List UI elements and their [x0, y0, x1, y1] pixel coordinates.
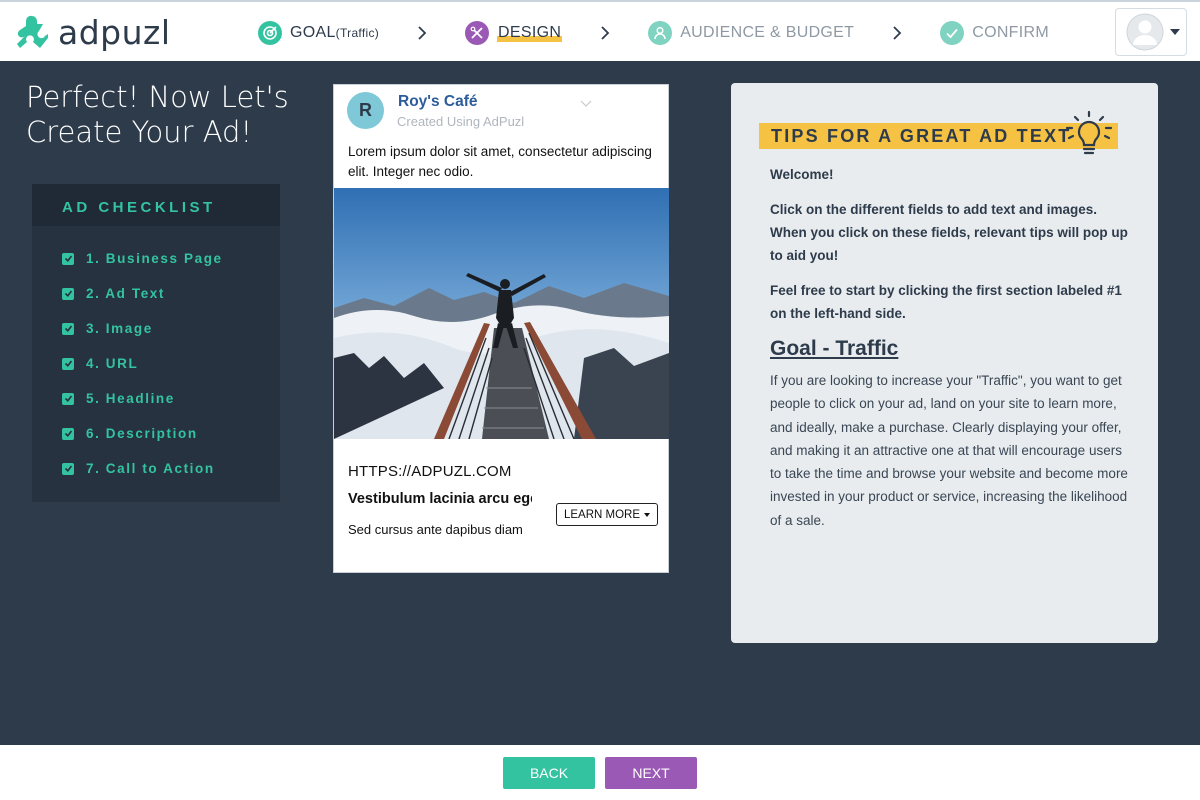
- checklist-item-url[interactable]: 4. URL: [32, 346, 280, 381]
- created-with-label: Created Using AdPuzl: [397, 114, 525, 129]
- step-confirm[interactable]: CONFIRM: [940, 21, 1049, 45]
- ad-description-field[interactable]: Sed cursus ante dapibus diam: [348, 522, 532, 537]
- goal-title: Goal - Traffic: [770, 337, 899, 360]
- step-design[interactable]: DESIGN: [465, 21, 563, 45]
- tips-welcome: Welcome!: [770, 167, 834, 182]
- checklist-item-description[interactable]: 6. Description: [32, 416, 280, 451]
- ad-image[interactable]: [334, 188, 669, 439]
- tips-paragraph-1: Click on the different fields to add tex…: [770, 202, 1128, 263]
- ad-text-field[interactable]: Lorem ipsum dolor sit amet, consectetur …: [348, 142, 660, 182]
- profile-menu[interactable]: [1115, 8, 1187, 56]
- checkbox-checked-icon: [62, 462, 74, 475]
- puzzle-logo-icon: [17, 15, 48, 48]
- page-title: Perfect! Now Let's Create Your Ad!: [26, 80, 289, 149]
- checklist-item-business-page[interactable]: 1. Business Page: [32, 241, 280, 276]
- checkbox-checked-icon: [62, 252, 74, 265]
- adpuzl-logo[interactable]: adpuzl: [12, 12, 171, 52]
- checkbox-checked-icon: [62, 322, 74, 335]
- step-design-label: DESIGN: [497, 24, 563, 42]
- chevron-down-icon: [580, 95, 592, 113]
- ad-url-field[interactable]: HTTPS://ADPUZL.COM: [348, 463, 512, 480]
- checkbox-checked-icon: [62, 427, 74, 440]
- next-button[interactable]: NEXT: [605, 757, 697, 789]
- tips-body: Welcome! Click on the different fields t…: [770, 163, 1130, 532]
- ad-checklist: AD CHECKLIST 1. Business Page 2. Ad Text…: [32, 184, 280, 502]
- logo-text: adpuzl: [58, 12, 171, 52]
- checklist-item-ad-text[interactable]: 2. Ad Text: [32, 276, 280, 311]
- checkbox-checked-icon: [62, 287, 74, 300]
- ad-preview-card: R Roy's Café Created Using AdPuzl Lorem …: [333, 84, 669, 573]
- wizard-steps: GOAL(Traffic) DESIGN AUDIENCE & BUDGET C…: [258, 16, 1049, 50]
- step-audience-budget[interactable]: AUDIENCE & BUDGET: [648, 21, 854, 45]
- chevron-down-icon: [1170, 29, 1180, 35]
- back-button[interactable]: BACK: [503, 757, 595, 789]
- design-tools-icon: [465, 21, 490, 45]
- tips-panel: TIPS FOR A GREAT AD TEXT Welcome! Click …: [731, 83, 1158, 643]
- checklist-item-call-to-action[interactable]: 7. Call to Action: [32, 451, 280, 486]
- checkbox-checked-icon: [62, 357, 74, 370]
- checklist-item-image[interactable]: 3. Image: [32, 311, 280, 346]
- step-goal[interactable]: GOAL(Traffic): [258, 21, 379, 45]
- ad-headline-field[interactable]: Vestibulum lacinia arcu eget nulla: [348, 491, 532, 507]
- page-avatar[interactable]: R: [347, 92, 384, 129]
- business-page-name[interactable]: Roy's Café: [398, 93, 478, 111]
- caret-down-icon: [644, 512, 651, 517]
- checklist-title: AD CHECKLIST: [32, 184, 280, 226]
- cta-label: LEARN MORE: [563, 508, 641, 521]
- goal-description: If you are looking to increase your "Tra…: [770, 373, 1128, 528]
- lightbulb-icon: [1065, 110, 1113, 155]
- top-bar: adpuzl GOAL(Traffic) DESIGN AUDIENCE & B…: [0, 0, 1200, 61]
- step-goal-label: GOAL(Traffic): [290, 24, 380, 41]
- checkbox-checked-icon: [62, 392, 74, 405]
- chevron-right-icon: [892, 26, 902, 40]
- bottom-nav-bar: BACK NEXT: [0, 745, 1200, 800]
- check-icon: [940, 21, 965, 45]
- user-icon: [648, 21, 673, 45]
- chevron-right-icon: [600, 26, 610, 40]
- chevron-right-icon: [417, 26, 427, 40]
- step-confirm-label: CONFIRM: [972, 24, 1049, 41]
- mountain-photo: [334, 188, 669, 439]
- target-icon: [258, 21, 282, 45]
- step-audience-label: AUDIENCE & BUDGET: [680, 24, 855, 41]
- call-to-action-dropdown[interactable]: LEARN MORE: [556, 503, 658, 526]
- tips-title: TIPS FOR A GREAT AD TEXT: [771, 126, 1072, 146]
- checklist-items: 1. Business Page 2. Ad Text 3. Image 4. …: [32, 226, 280, 486]
- tips-paragraph-2: Feel free to start by clicking the first…: [770, 283, 1122, 321]
- avatar: [1126, 13, 1164, 51]
- checklist-item-headline[interactable]: 5. Headline: [32, 381, 280, 416]
